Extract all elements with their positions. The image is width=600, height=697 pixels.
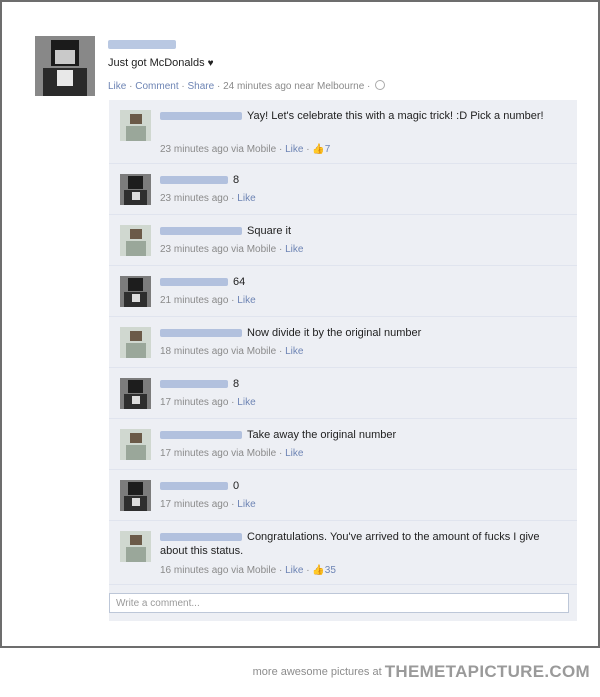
comment-like-count[interactable]: 35 bbox=[325, 565, 336, 576]
comment-meta: 17 minutes ago · Like bbox=[160, 397, 256, 408]
comment-text: Yay! Let's celebrate this with a magic t… bbox=[247, 110, 544, 122]
comment-item: 8 17 minutes ago · Like bbox=[109, 368, 577, 419]
comment-text: 8 bbox=[233, 378, 240, 390]
share-link[interactable]: Share bbox=[188, 81, 215, 92]
comment-meta: 17 minutes ago via Mobile · Like bbox=[160, 448, 304, 459]
commenter-avatar[interactable] bbox=[120, 327, 151, 358]
comment-text: Congratulations. You've arrived to the a… bbox=[160, 531, 540, 557]
comment-link[interactable]: Comment bbox=[135, 81, 178, 92]
comment-like-link[interactable]: Like bbox=[237, 499, 255, 510]
comment-meta: 23 minutes ago via Mobile · Like bbox=[160, 244, 304, 255]
commenter-name-blurred[interactable] bbox=[160, 329, 242, 337]
commenter-avatar[interactable] bbox=[120, 174, 151, 205]
write-comment-area: Write a comment... bbox=[109, 585, 577, 621]
comment-like-link[interactable]: Like bbox=[285, 448, 303, 459]
poster-avatar[interactable] bbox=[35, 36, 95, 96]
post-time: 24 minutes ago near Melbourne bbox=[223, 81, 365, 92]
post-text: Just got McDonalds bbox=[108, 57, 205, 69]
commenter-avatar[interactable] bbox=[120, 531, 151, 562]
heart-icon: ♥ bbox=[207, 58, 214, 69]
comment-meta: 18 minutes ago via Mobile · Like bbox=[160, 346, 304, 357]
post-status-text: Just got McDonalds ♥ bbox=[108, 57, 214, 69]
commenter-name-blurred[interactable] bbox=[160, 482, 228, 490]
comment-text: 8 bbox=[233, 174, 240, 186]
commenter-name-blurred[interactable] bbox=[160, 278, 228, 286]
comment-meta: 23 minutes ago via Mobile · Like · 👍7 bbox=[160, 144, 331, 155]
comment-text: 0 bbox=[233, 480, 240, 492]
poster-name-blurred[interactable] bbox=[108, 40, 176, 49]
commenter-name-blurred[interactable] bbox=[160, 176, 228, 184]
comment-like-link[interactable]: Like bbox=[237, 295, 255, 306]
comment-item: 8 23 minutes ago · Like bbox=[109, 164, 577, 215]
comment-like-link[interactable]: Like bbox=[285, 346, 303, 357]
post-meta: Like · Comment · Share · 24 minutes ago … bbox=[108, 80, 386, 92]
commenter-avatar[interactable] bbox=[120, 276, 151, 307]
like-link[interactable]: Like bbox=[108, 81, 126, 92]
footer-site[interactable]: THEMETAPICTURE.COM bbox=[385, 662, 590, 681]
comment-text: Now divide it by the original number bbox=[247, 327, 422, 339]
comment-meta: 16 minutes ago via Mobile · Like · 👍35 bbox=[160, 565, 336, 576]
commenter-avatar[interactable] bbox=[120, 225, 151, 256]
comment-time: 23 minutes ago bbox=[160, 193, 229, 204]
comment-time: 23 minutes ago via Mobile bbox=[160, 144, 277, 155]
comment-text: 64 bbox=[233, 276, 246, 288]
comment-like-link[interactable]: Like bbox=[285, 565, 303, 576]
comment-like-link[interactable]: Like bbox=[237, 193, 255, 204]
comment-meta: 23 minutes ago · Like bbox=[160, 193, 256, 204]
comment-item: Yay! Let's celebrate this with a magic t… bbox=[109, 100, 577, 164]
commenter-avatar[interactable] bbox=[120, 480, 151, 511]
comment-like-link[interactable]: Like bbox=[285, 144, 303, 155]
comment-text: Take away the original number bbox=[247, 429, 397, 441]
watermark-footer: more awesome pictures at THEMETAPICTURE.… bbox=[253, 662, 590, 682]
comment-item: 0 17 minutes ago · Like bbox=[109, 470, 577, 521]
comment-time: 16 minutes ago via Mobile bbox=[160, 565, 277, 576]
commenter-avatar[interactable] bbox=[120, 429, 151, 460]
commenter-avatar[interactable] bbox=[120, 378, 151, 409]
comment-meta: 21 minutes ago · Like bbox=[160, 295, 256, 306]
write-comment-input[interactable]: Write a comment... bbox=[109, 593, 569, 613]
facebook-post-frame: Just got McDonalds ♥ Like · Comment · Sha… bbox=[0, 0, 600, 648]
comment-time: 23 minutes ago via Mobile bbox=[160, 244, 277, 255]
comment-item: Now divide it by the original number 18 … bbox=[109, 317, 577, 368]
comment-item: 64 21 minutes ago · Like bbox=[109, 266, 577, 317]
comment-meta: 17 minutes ago · Like bbox=[160, 499, 256, 510]
comment-time: 17 minutes ago bbox=[160, 499, 229, 510]
comment-item: Take away the original number 17 minutes… bbox=[109, 419, 577, 470]
comment-like-count[interactable]: 7 bbox=[325, 144, 331, 155]
commenter-name-blurred[interactable] bbox=[160, 227, 242, 235]
comment-text: Square it bbox=[247, 225, 292, 237]
footer-prefix: more awesome pictures at bbox=[252, 666, 382, 678]
commenter-name-blurred[interactable] bbox=[160, 380, 228, 388]
comment-item: Congratulations. You've arrived to the a… bbox=[109, 521, 577, 585]
comment-time: 21 minutes ago bbox=[160, 295, 229, 306]
comment-like-link[interactable]: Like bbox=[285, 244, 303, 255]
thumbs-up-icon: 👍 bbox=[312, 144, 325, 155]
commenter-name-blurred[interactable] bbox=[160, 431, 242, 439]
comment-item: Square it 23 minutes ago via Mobile · Li… bbox=[109, 215, 577, 266]
comment-like-link[interactable]: Like bbox=[237, 397, 255, 408]
comment-list: Yay! Let's celebrate this with a magic t… bbox=[109, 100, 577, 621]
thumbs-up-icon: 👍 bbox=[312, 565, 325, 576]
globe-icon bbox=[375, 80, 386, 90]
comment-time: 18 minutes ago via Mobile bbox=[160, 346, 277, 357]
commenter-avatar[interactable] bbox=[120, 110, 151, 141]
comment-time: 17 minutes ago bbox=[160, 397, 229, 408]
comment-time: 17 minutes ago via Mobile bbox=[160, 448, 277, 459]
